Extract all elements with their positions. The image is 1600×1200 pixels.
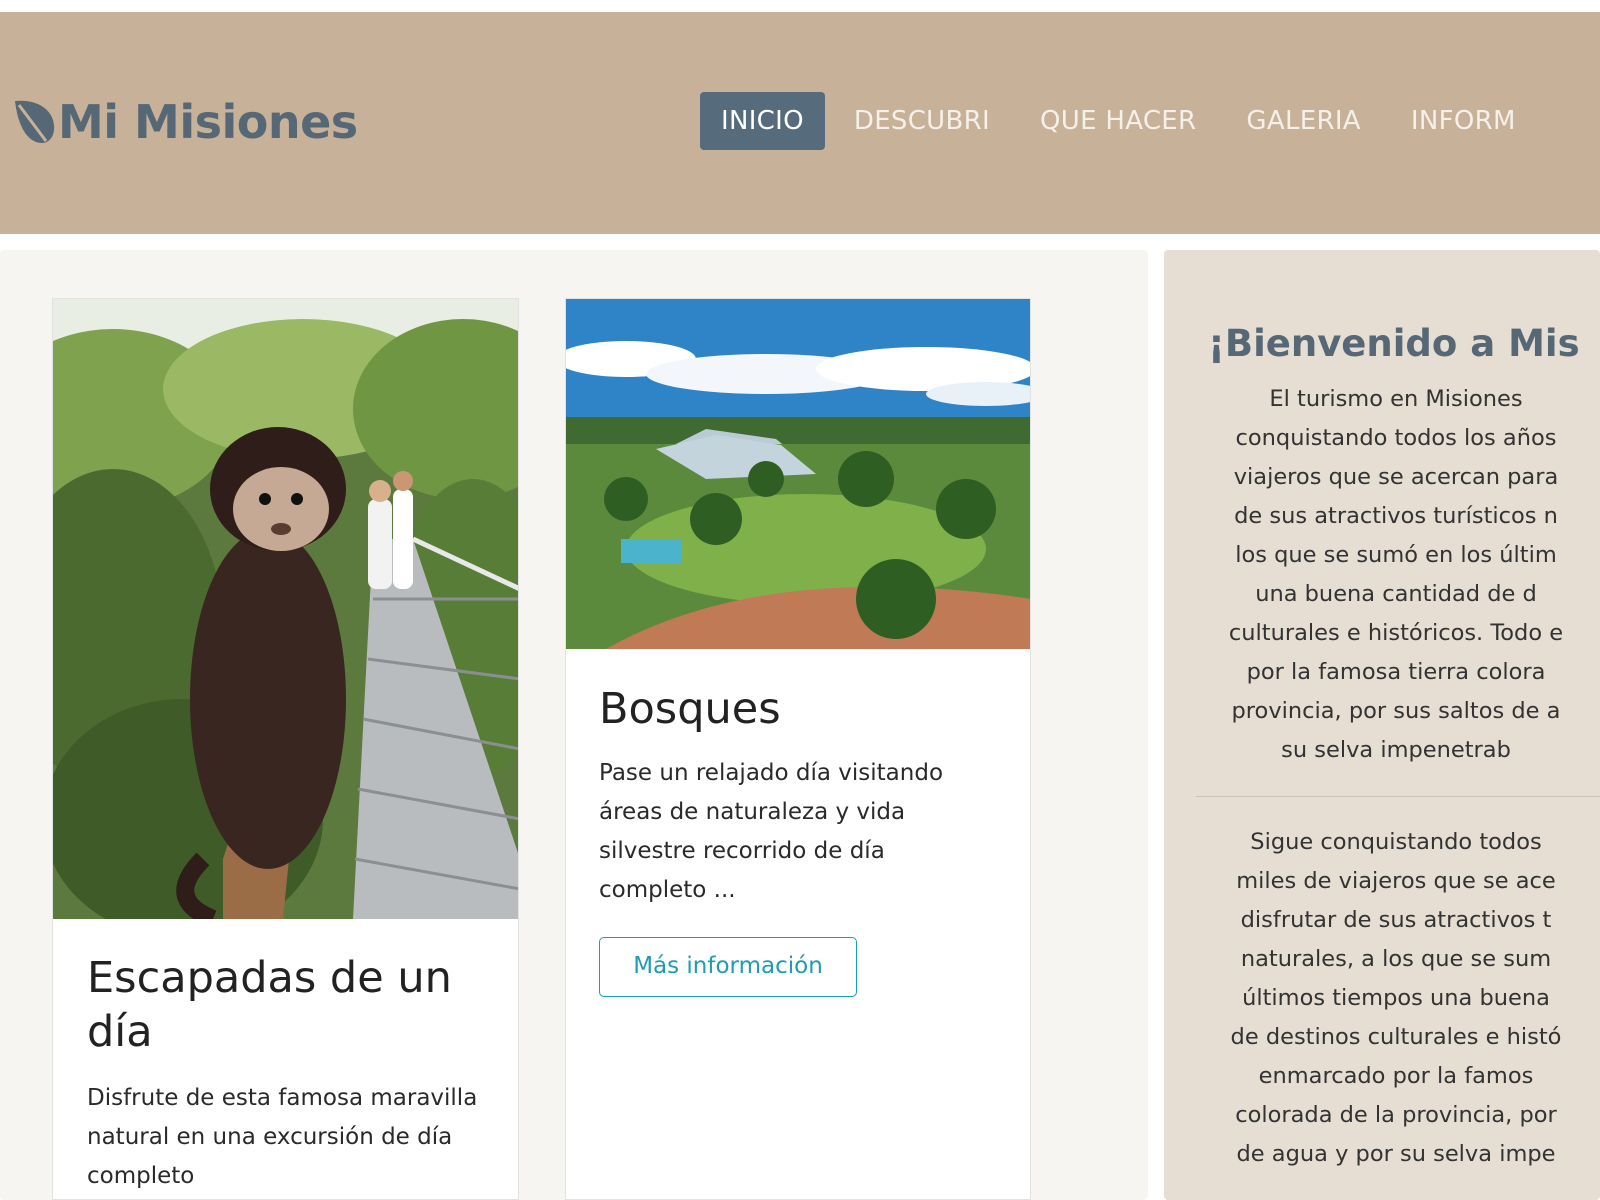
text-line: por la famosa tierra colora <box>1246 659 1546 685</box>
brand-logo[interactable]: Mi Misiones <box>12 92 358 152</box>
text-line: Sigue conquistando todos <box>1250 829 1542 855</box>
river-and-palm-gardens-photo[interactable] <box>566 299 1030 649</box>
text-line: los que se sumó en los últim <box>1235 542 1557 568</box>
text-line: de destinos culturales e histó <box>1230 1024 1562 1050</box>
brand-name: Mi Misiones <box>58 95 358 149</box>
nav-item-que-hacer[interactable]: QUE HACER <box>1019 92 1217 150</box>
divider <box>1196 796 1600 797</box>
text-line: viajeros que se acercan para <box>1233 464 1559 490</box>
card-text: Pase un relajado día visitando áreas de … <box>599 760 944 903</box>
card-title: Escapadas de un día <box>87 953 452 1057</box>
text-line: miles de viajeros que se ace <box>1236 868 1556 894</box>
text-line: una buena cantidad de d <box>1255 581 1537 607</box>
sidebar-title: ¡Bienvenido a Mis <box>1208 322 1580 365</box>
nav-item-informacion[interactable]: INFORM <box>1390 92 1537 150</box>
text-line: El turismo en Misiones <box>1269 386 1523 412</box>
top-strip <box>0 0 1600 12</box>
card-bosques: Bosques Pase un relajado día visitando á… <box>565 298 1031 1200</box>
river-image-art <box>566 299 1030 649</box>
text-line: naturales, a los que se sum <box>1240 946 1552 972</box>
text-line: conquistando todos los años <box>1235 425 1557 451</box>
navbar: Mi Misiones INICIO DESCUBRI QUE HACER GA… <box>0 12 1600 234</box>
welcome-sidebar: ¡Bienvenido a Mis El turismo en Misiones… <box>1164 250 1600 1200</box>
text-line: de agua y por su selva impe <box>1236 1141 1556 1167</box>
text-line: disfrutar de sus atractivos t <box>1240 907 1552 933</box>
more-info-button[interactable]: Más información <box>599 937 857 997</box>
jungle-image-art <box>53 299 518 919</box>
sidebar-paragraph-2: Sigue conquistando todos miles de viajer… <box>1196 823 1596 1174</box>
text-line: culturales e históricos. Todo e <box>1228 620 1564 646</box>
card-text: Disfrute de esta famosa maravilla natura… <box>87 1085 478 1189</box>
text-line: últimos tiempos una buena <box>1242 985 1550 1011</box>
card-title: Bosques <box>599 684 781 734</box>
text-line: provincia, por sus saltos de a <box>1231 698 1561 724</box>
text-line: colorada de la provincia, por <box>1235 1102 1557 1128</box>
text-line: de sus atractivos turísticos n <box>1234 503 1558 529</box>
nav-item-inicio[interactable]: INICIO <box>700 92 825 150</box>
nav-item-descubri[interactable]: DESCUBRI <box>833 92 1011 150</box>
sidebar-paragraph-1: El turismo en Misiones conquistando todo… <box>1196 380 1596 770</box>
card-escapadas: Escapadas de un día Disfrute de esta fam… <box>52 298 519 1200</box>
main-nav: INICIO DESCUBRI QUE HACER GALERIA INFORM <box>700 92 1537 150</box>
text-line: su selva impenetrab <box>1281 737 1511 763</box>
text-line: enmarcado por la famos <box>1258 1063 1534 1089</box>
nav-item-galeria[interactable]: GALERIA <box>1225 92 1381 150</box>
leaf-icon <box>15 100 55 143</box>
monkey-on-jungle-walkway-photo[interactable] <box>53 299 518 919</box>
